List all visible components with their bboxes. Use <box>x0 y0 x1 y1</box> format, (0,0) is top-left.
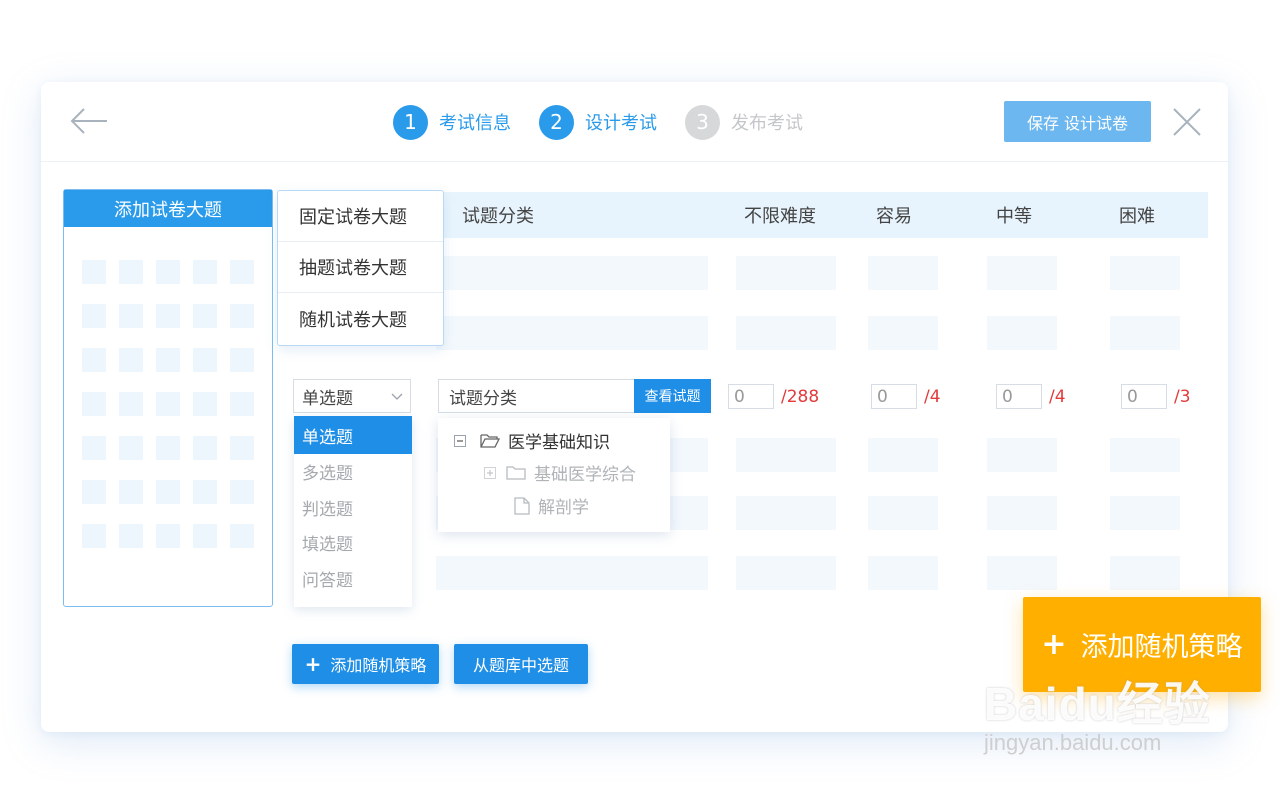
placeholder-grid <box>82 260 254 548</box>
plus-icon: + <box>304 652 322 676</box>
tree-node-label: 基础医学综合 <box>534 465 636 485</box>
folder-open-icon <box>480 433 500 448</box>
question-type-select[interactable]: 单选题 <box>293 379 411 413</box>
tree-node-folder[interactable]: 基础医学综合 <box>484 460 636 485</box>
question-type-options: 单选题 多选题 判选题 填选题 问答题 <box>294 416 412 607</box>
menu-item-draw-section[interactable]: 抽题试卷大题 <box>278 242 443 293</box>
column-header-any-difficulty: 不限难度 <box>744 206 816 227</box>
hard-max: /3 <box>1174 386 1191 407</box>
medium-max: /4 <box>1049 386 1066 407</box>
add-section-title[interactable]: 添加试卷大题 <box>64 190 272 227</box>
step-exam-info[interactable]: 1 考试信息 <box>393 104 511 140</box>
column-header-hard: 困难 <box>1119 206 1155 227</box>
tree-node-label: 解剖学 <box>538 498 589 518</box>
close-icon[interactable] <box>1171 106 1203 138</box>
option-essay[interactable]: 问答题 <box>294 561 412 597</box>
chevron-down-icon <box>391 393 403 400</box>
add-section-panel: 添加试卷大题 <box>63 189 273 607</box>
tree-node-file[interactable]: 解剖学 <box>514 493 589 518</box>
add-random-strategy-button[interactable]: + 添加随机策略 <box>292 644 439 684</box>
watermark-logo: Baidu经验 <box>984 678 1211 730</box>
save-design-button[interactable]: 保存 设计试卷 <box>1004 101 1151 142</box>
folder-icon <box>506 465 526 480</box>
tree-node-root[interactable]: 医学基础知识 <box>454 428 610 453</box>
column-header-easy: 容易 <box>876 206 912 227</box>
step-label: 发布考试 <box>731 113 803 134</box>
button-label: 添加随机策略 <box>330 656 427 675</box>
menu-item-fixed-section[interactable]: 固定试卷大题 <box>278 191 443 242</box>
option-true-false[interactable]: 判选题 <box>294 490 412 526</box>
medium-count-input[interactable]: 0 <box>996 384 1042 409</box>
option-single-choice[interactable]: 单选题 <box>294 416 412 454</box>
option-fill-blank[interactable]: 填选题 <box>294 525 412 561</box>
column-header-category: 试题分类 <box>462 206 534 227</box>
step-indicator: 1 考试信息 2 设计考试 3 发布考试 <box>393 104 831 140</box>
option-multiple-choice[interactable]: 多选题 <box>294 454 412 490</box>
step-label: 设计考试 <box>585 113 657 134</box>
step-design-exam[interactable]: 2 设计考试 <box>539 104 657 140</box>
step-number: 1 <box>393 104 428 140</box>
step-label: 考试信息 <box>439 113 511 134</box>
tree-node-label: 医学基础知识 <box>508 433 610 453</box>
step-number: 2 <box>539 104 574 140</box>
menu-item-random-section[interactable]: 随机试卷大题 <box>278 293 443 344</box>
baidu-watermark: Baidu经验 jingyan.baidu.com <box>984 652 1264 762</box>
card-header: 1 考试信息 2 设计考试 3 发布考试 保存 设计试卷 <box>41 82 1228 162</box>
view-questions-button[interactable]: 查看试题 <box>634 379 711 413</box>
easy-max: /4 <box>924 386 941 407</box>
collapse-icon[interactable] <box>454 434 466 447</box>
expand-icon[interactable] <box>484 466 496 479</box>
section-type-menu: 固定试卷大题 抽题试卷大题 随机试卷大题 <box>277 190 444 346</box>
any-difficulty-max: /288 <box>781 386 820 407</box>
select-from-bank-button[interactable]: 从题库中选题 <box>454 644 588 684</box>
any-difficulty-count-input[interactable]: 0 <box>728 384 774 409</box>
column-header-medium: 中等 <box>996 206 1032 227</box>
table-header: 试题分类 不限难度 容易 中等 困难 <box>436 192 1208 238</box>
step-number: 3 <box>685 104 720 140</box>
file-icon <box>514 496 530 515</box>
category-tree: 医学基础知识 基础医学综合 解剖学 <box>438 418 670 532</box>
back-arrow-icon[interactable] <box>69 106 109 136</box>
easy-count-input[interactable]: 0 <box>871 384 917 409</box>
category-input[interactable]: 试题分类 <box>438 379 636 413</box>
step-publish-exam[interactable]: 3 发布考试 <box>685 104 803 140</box>
hard-count-input[interactable]: 0 <box>1121 384 1167 409</box>
question-type-value: 单选题 <box>302 388 353 409</box>
watermark-url: jingyan.baidu.com <box>984 730 1162 755</box>
